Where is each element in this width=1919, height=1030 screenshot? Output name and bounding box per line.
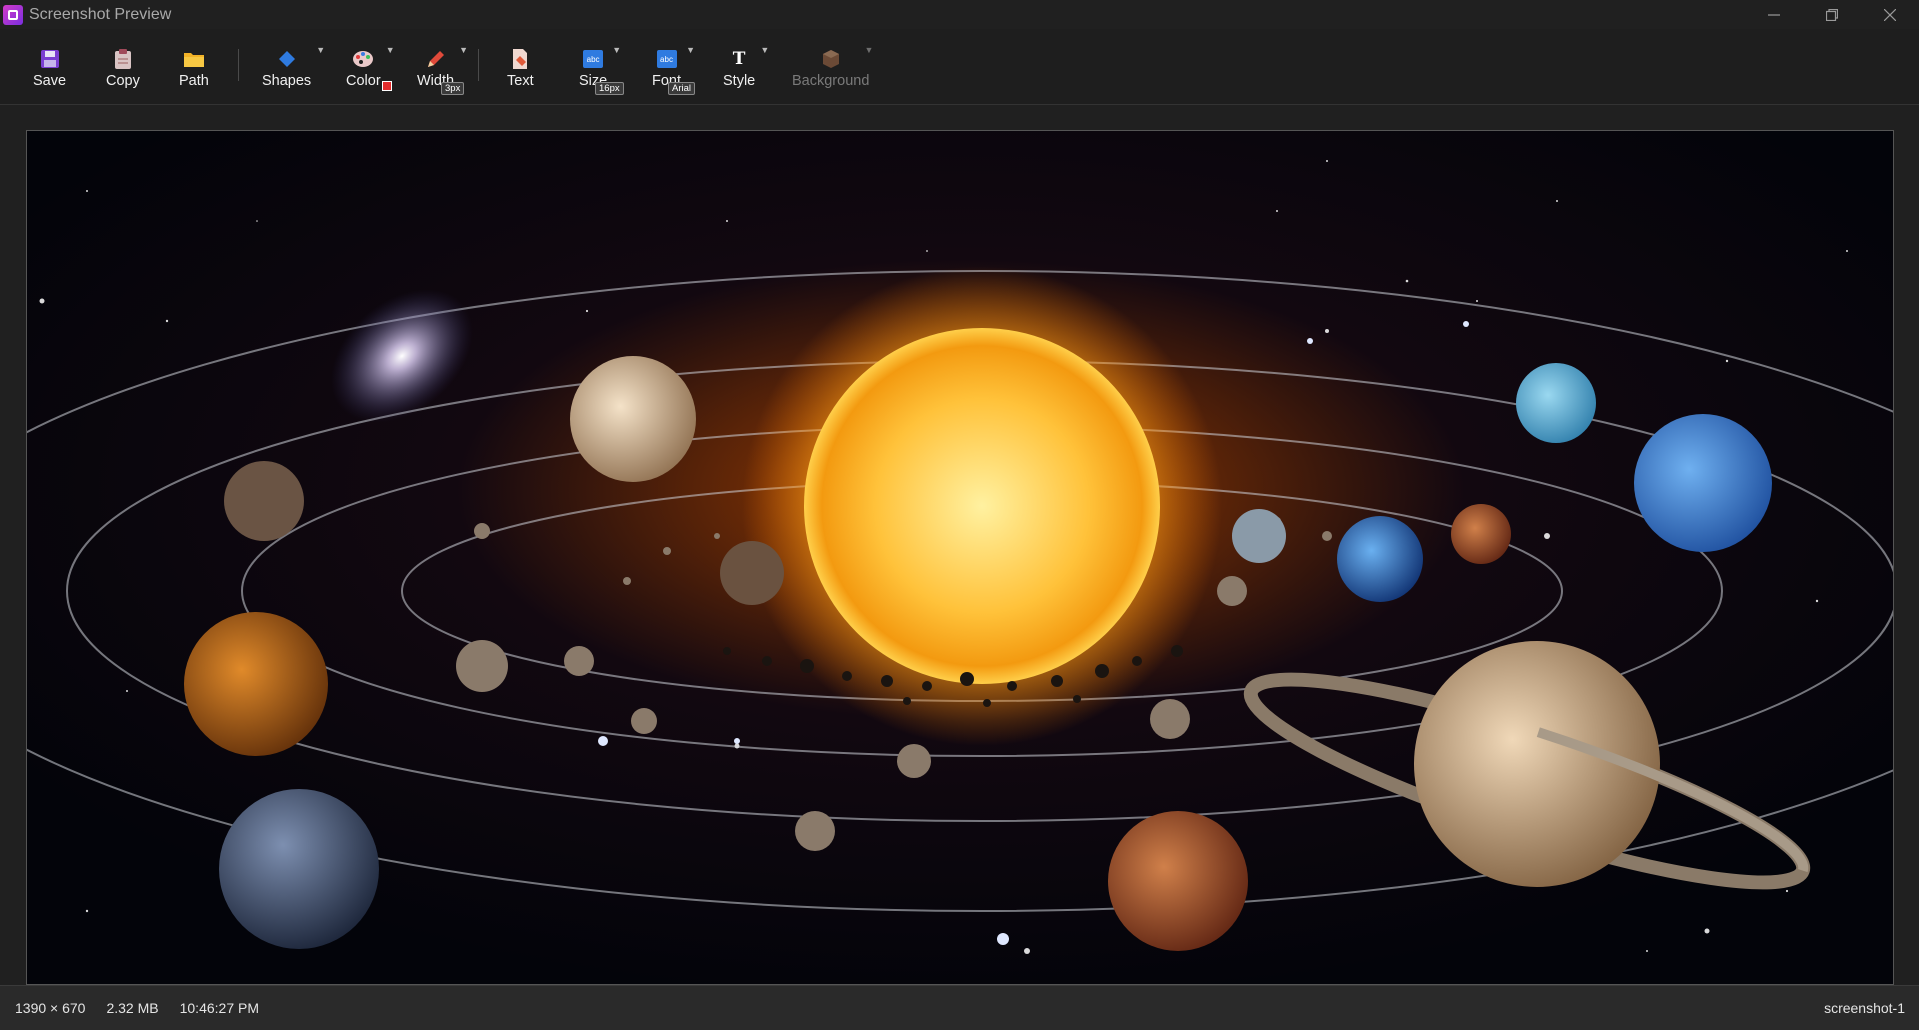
color-button[interactable]: Color ▼ <box>346 45 395 91</box>
text-button[interactable]: Text <box>507 47 534 89</box>
background-button[interactable]: Background ▼ <box>792 45 873 89</box>
solar-system-picture <box>27 131 1893 984</box>
file-size: 2.32 MB <box>106 1000 159 1016</box>
chevron-down-icon[interactable]: ▼ <box>612 45 621 55</box>
window-title: Screenshot Preview <box>29 5 172 23</box>
text-style-icon: T <box>732 49 746 69</box>
capture-time: 10:46:27 PM <box>179 1000 259 1016</box>
image-dimensions: 1390 × 670 <box>15 1000 86 1016</box>
size-button[interactable]: abc Size ▼ 16px <box>579 45 624 95</box>
path-button[interactable]: Path <box>179 47 209 89</box>
style-label: Style <box>723 73 756 89</box>
toolbar: Save Copy Path Shapes ▼ Color ▼ Width ▼ <box>0 29 1919 105</box>
screenshot-name: screenshot-1 <box>1824 1000 1905 1016</box>
save-label: Save <box>33 73 67 89</box>
chevron-down-icon[interactable]: ▼ <box>386 45 395 55</box>
minimize-button[interactable] <box>1745 0 1803 29</box>
chevron-down-icon[interactable]: ▼ <box>316 45 325 55</box>
restore-icon <box>1826 8 1838 21</box>
cube-icon <box>819 47 843 71</box>
font-value-badge: Arial <box>668 82 696 95</box>
close-button[interactable] <box>1861 0 1919 29</box>
window-controls <box>1745 0 1919 29</box>
shapes-label: Shapes <box>262 73 312 89</box>
toolbar-separator <box>478 49 479 81</box>
status-bar: 1390 × 670 2.32 MB 10:46:27 PM screensho… <box>0 985 1919 1030</box>
selected-color-swatch <box>382 81 392 91</box>
path-label: Path <box>179 73 209 89</box>
title-bar: Screenshot Preview <box>0 0 1919 29</box>
preview-canvas <box>0 105 1919 985</box>
chevron-down-icon[interactable]: ▼ <box>459 45 468 55</box>
pencil-icon <box>424 47 448 71</box>
width-button[interactable]: Width ▼ 3px <box>417 45 468 95</box>
text-label: Text <box>507 73 534 89</box>
diamond-shape-icon <box>275 47 299 71</box>
app-icon <box>3 4 23 25</box>
restore-button[interactable] <box>1803 0 1861 29</box>
save-button[interactable]: Save <box>33 47 66 89</box>
shapes-button[interactable]: Shapes ▼ <box>262 45 325 89</box>
toolbar-separator <box>238 49 239 81</box>
font-family-icon: abc <box>655 47 679 71</box>
clipboard-icon <box>111 47 135 71</box>
folder-icon <box>182 47 206 71</box>
minimize-icon <box>1768 13 1780 16</box>
screenshot-image[interactable] <box>26 130 1894 985</box>
style-button[interactable]: T Style ▼ <box>723 45 769 89</box>
font-button[interactable]: abc Font ▼ Arial <box>652 45 696 95</box>
copy-label: Copy <box>106 73 140 89</box>
width-value-badge: 3px <box>441 82 465 95</box>
chevron-down-icon[interactable]: ▼ <box>760 45 769 55</box>
palette-icon <box>351 47 375 71</box>
copy-button[interactable]: Copy <box>106 47 140 89</box>
text-document-icon <box>508 47 532 71</box>
chevron-down-icon[interactable]: ▼ <box>864 45 873 55</box>
floppy-disk-icon <box>38 47 62 71</box>
close-icon <box>1884 8 1896 21</box>
background-label: Background <box>792 73 870 89</box>
size-value-badge: 16px <box>595 82 624 95</box>
chevron-down-icon[interactable]: ▼ <box>686 45 695 55</box>
font-size-icon: abc <box>581 47 605 71</box>
color-label: Color <box>346 73 381 89</box>
